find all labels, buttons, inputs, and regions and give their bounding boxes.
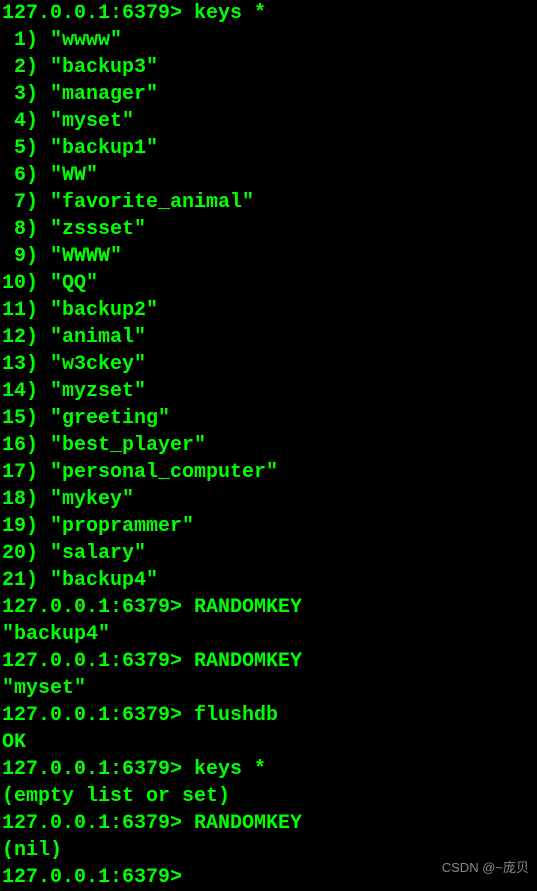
list-item: 2) "backup3": [2, 54, 535, 81]
list-item: 21) "backup4": [2, 567, 535, 594]
list-item: 10) "QQ": [2, 270, 535, 297]
output-line: OK: [2, 729, 535, 756]
list-item: 16) "best_player": [2, 432, 535, 459]
list-item: 13) "w3ckey": [2, 351, 535, 378]
list-item: 20) "salary": [2, 540, 535, 567]
list-item: 3) "manager": [2, 81, 535, 108]
output-line: "backup4": [2, 621, 535, 648]
command-line: 127.0.0.1:6379> flushdb: [2, 702, 535, 729]
list-item: 7) "favorite_animal": [2, 189, 535, 216]
command-line: 127.0.0.1:6379> RANDOMKEY: [2, 810, 535, 837]
command-line: 127.0.0.1:6379> keys *: [2, 0, 535, 27]
list-item: 17) "personal_computer": [2, 459, 535, 486]
list-item: 8) "zssset": [2, 216, 535, 243]
list-item: 5) "backup1": [2, 135, 535, 162]
list-item: 18) "mykey": [2, 486, 535, 513]
terminal-output[interactable]: 127.0.0.1:6379> keys * 1) "wwww" 2) "bac…: [0, 0, 537, 891]
list-item: 12) "animal": [2, 324, 535, 351]
list-item: 11) "backup2": [2, 297, 535, 324]
list-item: 6) "WW": [2, 162, 535, 189]
list-item: 15) "greeting": [2, 405, 535, 432]
output-line: (empty list or set): [2, 783, 535, 810]
list-item: 19) "proprammer": [2, 513, 535, 540]
command-line: 127.0.0.1:6379> RANDOMKEY: [2, 648, 535, 675]
output-line: "myset": [2, 675, 535, 702]
watermark-text: CSDN @~庞贝: [442, 854, 529, 881]
command-line: 127.0.0.1:6379> keys *: [2, 756, 535, 783]
list-item: 1) "wwww": [2, 27, 535, 54]
list-item: 9) "WWWW": [2, 243, 535, 270]
command-line: 127.0.0.1:6379> RANDOMKEY: [2, 594, 535, 621]
list-item: 4) "myset": [2, 108, 535, 135]
list-item: 14) "myzset": [2, 378, 535, 405]
